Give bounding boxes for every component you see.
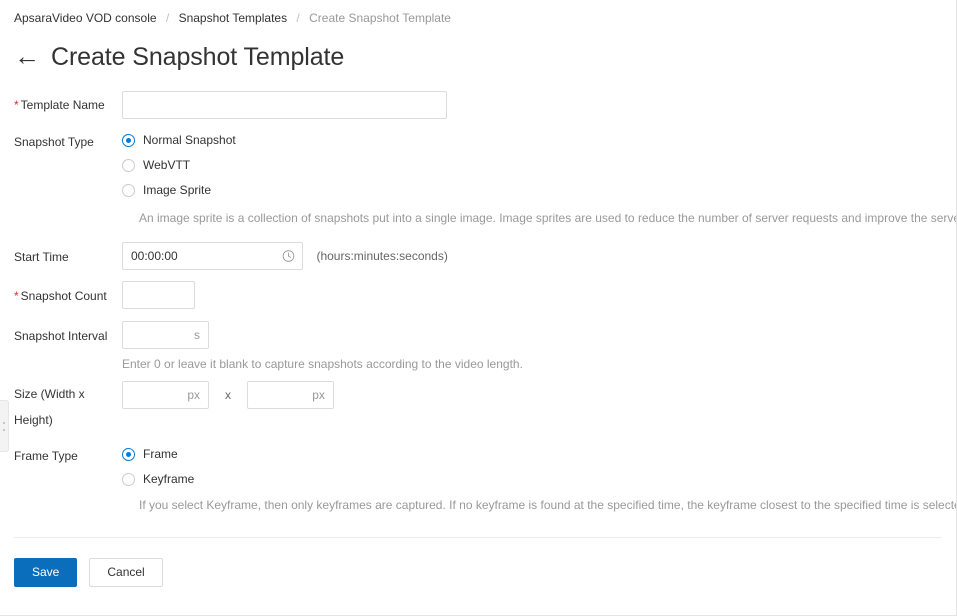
radio-label: Normal Snapshot bbox=[143, 132, 236, 147]
required-marker: * bbox=[14, 98, 19, 112]
handle-dot bbox=[3, 428, 5, 431]
handle-dot bbox=[3, 421, 5, 424]
start-time-control: (hours:minutes:seconds) bbox=[122, 242, 448, 270]
form-actions: Save Cancel bbox=[14, 558, 163, 587]
radio-label: Image Sprite bbox=[143, 182, 212, 197]
page-header: ← Create Snapshot Template bbox=[14, 42, 344, 72]
size-height-input-wrap: px bbox=[246, 381, 334, 409]
radio-indicator bbox=[122, 472, 135, 486]
radio-label: Keyframe bbox=[143, 471, 195, 486]
snapshot-interval-hint: Enter 0 or leave it blank to capture sna… bbox=[122, 357, 523, 371]
radio-indicator bbox=[122, 133, 135, 147]
size-control: px x px bbox=[122, 381, 334, 409]
size-width-input[interactable] bbox=[122, 381, 209, 409]
keyframe-hint: If you select Keyframe, then only keyfra… bbox=[139, 498, 956, 512]
frame-type-radio-group: Frame Keyframe bbox=[122, 443, 194, 493]
start-time-format-hint: (hours:minutes:seconds) bbox=[316, 249, 448, 263]
radio-webvtt[interactable]: WebVTT bbox=[122, 154, 236, 176]
size-separator: x bbox=[224, 388, 231, 402]
size-height-input[interactable] bbox=[246, 381, 334, 409]
required-marker: * bbox=[14, 289, 19, 303]
radio-indicator bbox=[122, 447, 135, 461]
breadcrumb: ApsaraVideo VOD console / Snapshot Templ… bbox=[14, 11, 451, 26]
snapshot-interval-input[interactable] bbox=[122, 321, 209, 349]
snapshot-count-label-text: Snapshot Count bbox=[20, 289, 107, 303]
snapshot-interval-control: s bbox=[122, 321, 209, 349]
radio-frame[interactable]: Frame bbox=[122, 443, 194, 465]
sidebar-collapse-handle[interactable] bbox=[0, 400, 9, 452]
radio-indicator bbox=[122, 183, 135, 197]
breadcrumb-item-current: Create Snapshot Template bbox=[309, 11, 451, 25]
breadcrumb-separator: / bbox=[296, 11, 300, 25]
breadcrumb-item-snapshot-templates[interactable]: Snapshot Templates bbox=[179, 11, 288, 25]
template-name-label-text: Template Name bbox=[20, 98, 105, 112]
template-name-control bbox=[122, 91, 447, 119]
size-width-input-wrap: px bbox=[122, 381, 209, 409]
snapshot-count-input[interactable] bbox=[122, 281, 195, 309]
template-name-input[interactable] bbox=[122, 91, 447, 119]
radio-label: Frame bbox=[143, 446, 178, 461]
snapshot-type-radio-group: Normal Snapshot WebVTT Image Sprite bbox=[122, 129, 236, 204]
save-button[interactable]: Save bbox=[14, 558, 78, 587]
image-sprite-hint: An image sprite is a collection of snaps… bbox=[139, 211, 957, 225]
snapshot-interval-input-wrap: s bbox=[122, 321, 209, 349]
page-title: Create Snapshot Template bbox=[51, 43, 345, 71]
radio-keyframe[interactable]: Keyframe bbox=[122, 468, 194, 490]
cancel-button[interactable]: Cancel bbox=[89, 558, 163, 587]
snapshot-count-control bbox=[122, 281, 195, 309]
template-name-label: * Template Name bbox=[14, 97, 118, 114]
breadcrumb-separator: / bbox=[165, 11, 170, 25]
breadcrumb-item-console[interactable]: ApsaraVideo VOD console bbox=[14, 11, 157, 25]
start-time-label: Start Time bbox=[14, 250, 69, 264]
create-snapshot-template-page: ApsaraVideo VOD console / Snapshot Templ… bbox=[0, 0, 957, 616]
radio-indicator bbox=[122, 158, 135, 172]
start-time-input[interactable] bbox=[122, 242, 303, 270]
radio-normal-snapshot[interactable]: Normal Snapshot bbox=[122, 129, 236, 151]
start-time-input-wrap bbox=[122, 242, 303, 270]
snapshot-interval-label: Snapshot Interval bbox=[14, 329, 108, 343]
radio-label: WebVTT bbox=[143, 157, 191, 172]
snapshot-type-label: Snapshot Type bbox=[14, 135, 94, 149]
frame-type-label: Frame Type bbox=[14, 449, 78, 463]
arrow-left-icon[interactable]: ← bbox=[14, 43, 40, 69]
footer-divider bbox=[14, 537, 942, 538]
radio-image-sprite[interactable]: Image Sprite bbox=[122, 179, 236, 201]
size-label: Size (Width x Height) bbox=[14, 387, 85, 427]
snapshot-count-label: * Snapshot Count bbox=[14, 288, 118, 305]
